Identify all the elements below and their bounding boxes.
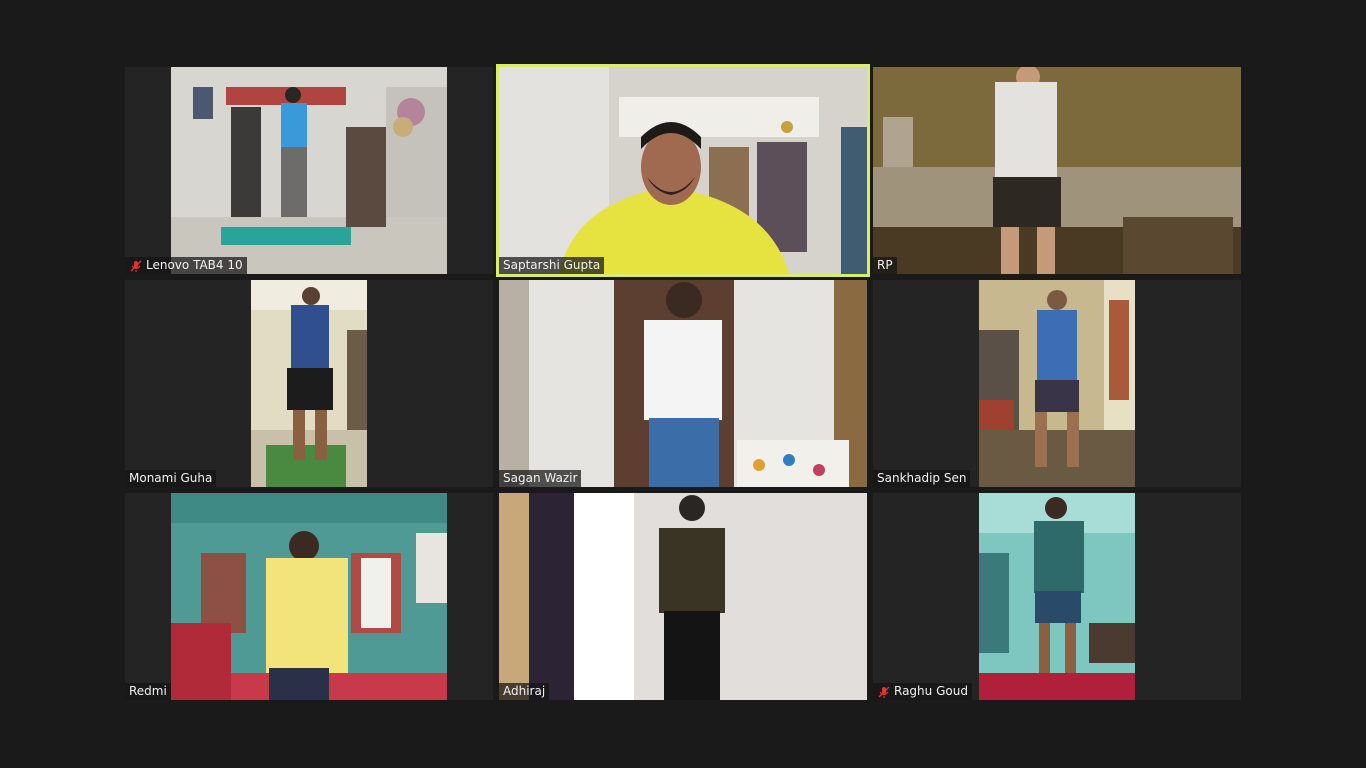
participant-name: Redmi — [129, 684, 167, 698]
participant-tile-raghu-goud[interactable]: Raghu Goud — [873, 493, 1241, 700]
participant-name-tag: Lenovo TAB4 10 — [125, 257, 247, 274]
participant-video — [979, 493, 1135, 700]
participant-name-tag: Saptarshi Gupta — [499, 257, 605, 274]
participant-tile-sagan-wazir[interactable]: Sagan Wazir — [499, 280, 867, 487]
participant-name-tag: Sankhadip Sen — [873, 470, 971, 487]
participant-tile-lenovo-tab4[interactable]: Lenovo TAB4 10 — [125, 67, 493, 274]
participant-video — [171, 493, 447, 700]
participant-video — [979, 280, 1135, 487]
participant-video — [499, 67, 867, 274]
participant-name: RP — [877, 258, 893, 272]
participant-name: Adhiraj — [503, 684, 546, 698]
participant-name: Saptarshi Gupta — [503, 258, 601, 272]
participant-tile-monami-guha[interactable]: Monami Guha — [125, 280, 493, 487]
participant-name-tag: Monami Guha — [125, 470, 217, 487]
participant-video — [251, 280, 367, 487]
participant-tile-rp[interactable]: RP — [873, 67, 1241, 274]
gallery-view-grid: Lenovo TAB4 10 Saptarshi Gupta RP Monami… — [125, 64, 1241, 700]
participant-name: Sagan Wazir — [503, 471, 578, 485]
participant-name-tag: Sagan Wazir — [499, 470, 582, 487]
participant-name: Lenovo TAB4 10 — [146, 258, 243, 272]
participant-name-tag: RP — [873, 257, 897, 274]
participant-name-tag: Adhiraj — [499, 683, 550, 700]
microphone-muted-icon — [878, 686, 890, 698]
participant-video — [499, 493, 867, 700]
participant-video — [171, 67, 447, 274]
participant-name: Sankhadip Sen — [877, 471, 967, 485]
microphone-muted-icon — [130, 260, 142, 272]
participant-name: Monami Guha — [129, 471, 213, 485]
participant-tile-sankhadip-sen[interactable]: Sankhadip Sen — [873, 280, 1241, 487]
participant-video — [873, 67, 1241, 274]
participant-name: Raghu Goud — [894, 684, 968, 698]
participant-video — [499, 280, 867, 487]
participant-name-tag: Raghu Goud — [873, 683, 972, 700]
participant-tile-adhiraj[interactable]: Adhiraj — [499, 493, 867, 700]
participant-tile-saptarshi-gupta[interactable]: Saptarshi Gupta — [496, 64, 870, 277]
participant-tile-redmi[interactable]: Redmi — [125, 493, 493, 700]
participant-name-tag: Redmi — [125, 683, 171, 700]
